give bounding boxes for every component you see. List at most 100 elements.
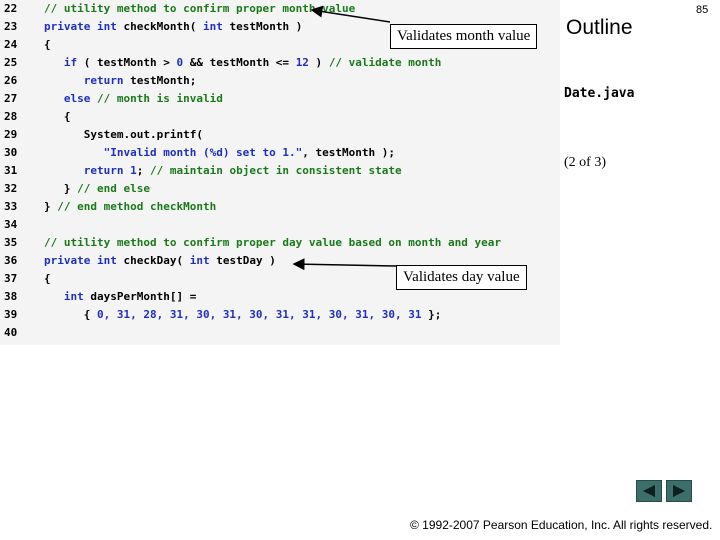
line-number: 28	[4, 110, 18, 123]
code-token: System.out.printf(	[44, 128, 203, 141]
code-token: // validate month	[328, 56, 442, 69]
code-token: int	[189, 254, 217, 267]
code-token: testMonth )	[229, 20, 303, 33]
code-listing: 22 // utility method to confirm proper mo…	[0, 0, 560, 345]
code-token: 12	[295, 56, 309, 69]
callout-validates-day: Validates day value	[396, 265, 527, 290]
code-text: // utility method to confirm proper mont…	[44, 0, 355, 18]
code-line: 22 // utility method to confirm proper mo…	[0, 0, 560, 18]
code-text: private int checkMonth( int testMonth )	[44, 18, 302, 36]
line-number: 40	[4, 326, 18, 339]
page-number: 85	[696, 4, 709, 16]
code-token: int	[63, 290, 91, 303]
code-token: ( testMonth >	[83, 56, 177, 69]
code-token: 1	[130, 164, 137, 177]
code-line: 25 if ( testMonth > 0 && testMonth <= 12…	[0, 54, 560, 72]
line-number: 30	[4, 146, 18, 159]
code-token: // utility method to confirm proper mont…	[44, 2, 356, 15]
code-line: 35 // utility method to confirm proper da…	[0, 234, 560, 252]
code-token: int	[202, 20, 230, 33]
copyright-notice: © 1992-2007 Pearson Education, Inc. All …	[410, 518, 713, 532]
code-token: // end else	[77, 182, 150, 195]
code-line: 26 return testMonth;	[0, 72, 560, 90]
triangle-right-icon	[673, 485, 685, 497]
line-number: 29	[4, 128, 18, 141]
code-token: // maintain object in consistent state	[149, 164, 402, 177]
code-line: 29 System.out.printf(	[0, 126, 560, 144]
line-number: 32	[4, 182, 18, 195]
line-number: 22	[4, 2, 18, 15]
code-token: "Invalid month (%d) set to 1."	[103, 146, 303, 159]
code-text: } // end else	[44, 180, 150, 198]
code-token: {	[44, 38, 51, 51]
code-token: daysPerMonth[] =	[90, 290, 197, 303]
line-number: 27	[4, 92, 18, 105]
line-number: 23	[4, 20, 18, 33]
code-token: // end method checkMonth	[57, 200, 217, 213]
previous-slide-button[interactable]	[636, 480, 662, 502]
code-token: )	[308, 56, 329, 69]
code-text: {	[44, 36, 51, 54]
line-number: 38	[4, 290, 18, 303]
line-number: 24	[4, 38, 18, 51]
code-token: // month is invalid	[97, 92, 223, 105]
page-indicator: (2 of 3)	[564, 155, 606, 170]
code-text: return testMonth;	[44, 72, 197, 90]
code-line: 30 "Invalid month (%d) set to 1.", testM…	[0, 144, 560, 162]
code-text: } // end method checkMonth	[44, 198, 216, 216]
code-line: 38 int daysPerMonth[] =	[0, 288, 560, 306]
code-line: 39 { 0, 31, 28, 31, 30, 31, 30, 31, 31, …	[0, 306, 560, 324]
code-text: {	[44, 270, 51, 288]
line-number: 36	[4, 254, 18, 267]
code-token: private int	[44, 254, 124, 267]
code-text: // utility method to confirm proper day …	[44, 234, 501, 252]
line-number: 25	[4, 56, 18, 69]
code-token: {	[44, 272, 51, 285]
code-token: return	[83, 164, 131, 177]
code-token: checkMonth(	[123, 20, 203, 33]
code-text: if ( testMonth > 0 && testMonth <= 12 ) …	[44, 54, 442, 72]
code-token: }	[44, 200, 58, 213]
code-token: , testMonth );	[302, 146, 396, 159]
code-token: return	[83, 74, 131, 87]
code-token: private int	[44, 20, 124, 33]
code-text: else // month is invalid	[44, 90, 223, 108]
callout-validates-month: Validates month value	[390, 24, 538, 49]
code-line: 40	[0, 324, 560, 342]
outline-title: Outline	[566, 16, 633, 39]
code-line: 28 {	[0, 108, 560, 126]
code-token: ;	[136, 164, 150, 177]
line-number: 26	[4, 74, 18, 87]
code-token: else	[63, 92, 97, 105]
code-token: };	[421, 308, 442, 321]
code-text: System.out.printf(	[44, 126, 203, 144]
code-text: int daysPerMonth[] =	[44, 288, 196, 306]
code-line: 31 return 1; // maintain object in consi…	[0, 162, 560, 180]
code-token: testMonth;	[130, 74, 197, 87]
code-token: checkDay(	[123, 254, 190, 267]
code-line: 27 else // month is invalid	[0, 90, 560, 108]
code-text: "Invalid month (%d) set to 1.", testMont…	[44, 144, 395, 162]
code-text: private int checkDay( int testDay )	[44, 252, 276, 270]
code-line: 32 } // end else	[0, 180, 560, 198]
code-token: {	[44, 308, 97, 321]
code-token: testDay )	[216, 254, 276, 267]
code-token: 0, 31, 28, 31, 30, 31, 30, 31, 31, 30, 3…	[96, 308, 422, 321]
code-text: { 0, 31, 28, 31, 30, 31, 30, 31, 31, 30,…	[44, 306, 442, 324]
code-line: 34	[0, 216, 560, 234]
code-text: return 1; // maintain object in consiste…	[44, 162, 402, 180]
code-line: 33} // end method checkMonth	[0, 198, 560, 216]
triangle-left-icon	[643, 485, 655, 497]
code-token: }	[44, 182, 78, 195]
code-token: && testMonth <=	[183, 56, 296, 69]
file-name: Date.java	[564, 86, 635, 101]
code-token: if	[63, 56, 84, 69]
line-number: 35	[4, 236, 18, 249]
next-slide-button[interactable]	[666, 480, 692, 502]
